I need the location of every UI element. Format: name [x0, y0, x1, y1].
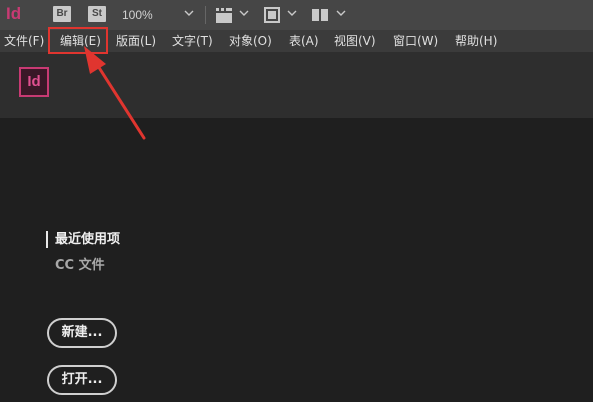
new-document-button[interactable]: 新建...	[47, 318, 117, 348]
cc-files-tab[interactable]: CC 文件	[55, 257, 105, 274]
open-document-button[interactable]: 打开...	[47, 365, 117, 395]
recent-items-tab[interactable]: 最近使用项	[55, 231, 120, 248]
recent-selected-indicator	[46, 231, 48, 248]
